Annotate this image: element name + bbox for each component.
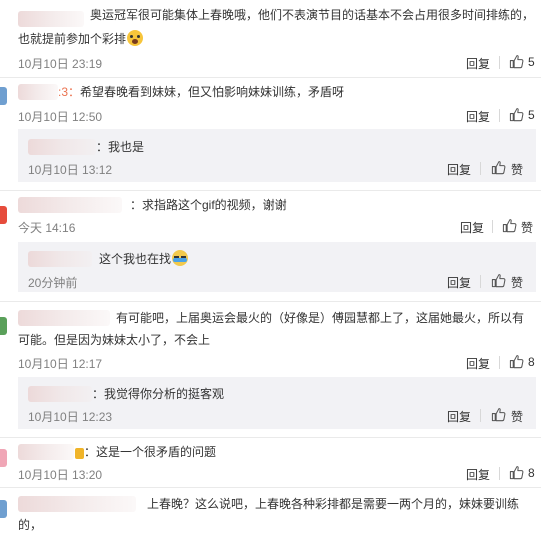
comment-time: 10月10日 23:19	[18, 57, 103, 71]
sub-reply-time: 10月10日 12:23	[28, 410, 113, 424]
divider	[492, 220, 493, 233]
mention-suffix[interactable]: :3：	[58, 85, 80, 99]
reply-button[interactable]: 回复	[466, 466, 490, 483]
thumbs-up-icon[interactable]	[491, 407, 506, 422]
reply-button[interactable]: 回复	[447, 408, 471, 425]
comment-text: ：这是一个很矛盾的问题	[84, 445, 217, 459]
divider	[0, 77, 541, 78]
thumbs-up-icon[interactable]	[509, 107, 524, 122]
reply-button[interactable]: 回复	[466, 355, 490, 372]
comment-time: 今天 14:16	[18, 221, 76, 235]
thumbs-up-icon[interactable]	[491, 160, 506, 175]
sub-reply-text: ：我也是	[96, 140, 145, 154]
sub-reply-text: ：我觉得你分析的挺客观	[92, 387, 225, 401]
member-badge-icon	[75, 448, 84, 459]
sub-reply-time: 10月10日 13:12	[28, 163, 113, 177]
like-button-label[interactable]: 赞	[511, 408, 523, 425]
like-count[interactable]: 5	[528, 55, 535, 69]
like-count[interactable]: 8	[528, 355, 535, 369]
commenter-name[interactable]	[18, 496, 136, 512]
comment-text: 可能。但是因为妹妹太小了，不会上	[18, 333, 211, 347]
comment-text: 奥运冠军很可能集体上春晚哦，他们不表演节目的话基本不会占用很多时间排练的，	[90, 8, 535, 22]
avatar[interactable]	[0, 449, 7, 467]
divider	[0, 487, 541, 488]
divider	[499, 467, 500, 480]
commenter-name[interactable]	[18, 11, 84, 27]
commenter-name[interactable]	[18, 310, 110, 326]
comment-text: :3：希望春晚看到妹妹，但又怕影响妹妹训练，矛盾呀	[58, 85, 345, 99]
commenter-name[interactable]	[28, 251, 92, 267]
thumbs-up-icon[interactable]	[509, 465, 524, 480]
avatar[interactable]	[0, 87, 7, 105]
fear-face-emoji-icon	[127, 30, 144, 46]
reply-button[interactable]: 回复	[447, 161, 471, 178]
like-button-label[interactable]: 赞	[511, 161, 523, 178]
crying-face-emoji-icon	[172, 250, 189, 266]
thumbs-up-icon[interactable]	[509, 54, 524, 69]
comment-text: 的，	[18, 518, 43, 532]
avatar[interactable]	[0, 206, 7, 224]
avatar[interactable]	[0, 500, 7, 518]
comment-text: 也就提前参加个彩排	[18, 28, 144, 50]
comment-text: 有可能吧，上届奥运会最火的（好像是）傅园慧都上了，这届她最火，所以有	[116, 311, 525, 325]
divider	[499, 56, 500, 69]
comment-time: 10月10日 12:17	[18, 357, 103, 371]
divider	[480, 162, 481, 175]
comment-time: 10月10日 13:20	[18, 468, 103, 482]
comment-time: 10月10日 12:50	[18, 110, 103, 124]
divider	[499, 356, 500, 369]
divider	[499, 109, 500, 122]
comment-text: 上春晚？这么说吧，上春晚各种彩排都是需要一两个月的，妹妹要训练	[147, 497, 520, 511]
commenter-name[interactable]	[28, 139, 96, 155]
divider	[480, 275, 481, 288]
avatar[interactable]	[0, 317, 7, 335]
reply-button[interactable]: 回复	[460, 219, 484, 236]
sub-reply-text: 这个我也在找	[99, 248, 189, 270]
divider	[0, 437, 541, 438]
comment-text: ：求指路这个gif的视频，谢谢	[130, 198, 287, 212]
divider	[480, 409, 481, 422]
commenter-name[interactable]	[28, 386, 92, 402]
like-button-label[interactable]: 赞	[511, 274, 523, 291]
reply-button[interactable]: 回复	[466, 108, 490, 125]
divider	[0, 190, 541, 191]
reply-button[interactable]: 回复	[466, 55, 490, 72]
divider	[0, 301, 541, 302]
thumbs-up-icon[interactable]	[509, 354, 524, 369]
reply-button[interactable]: 回复	[447, 274, 471, 291]
commenter-name[interactable]	[18, 84, 58, 100]
like-count[interactable]: 5	[528, 108, 535, 122]
thumbs-up-icon[interactable]	[502, 218, 517, 233]
sub-reply-time: 20分钟前	[28, 276, 78, 290]
like-button-label[interactable]: 赞	[521, 219, 533, 236]
thumbs-up-icon[interactable]	[491, 273, 506, 288]
commenter-name[interactable]	[18, 444, 74, 460]
commenter-name[interactable]	[18, 197, 122, 213]
like-count[interactable]: 8	[528, 466, 535, 480]
